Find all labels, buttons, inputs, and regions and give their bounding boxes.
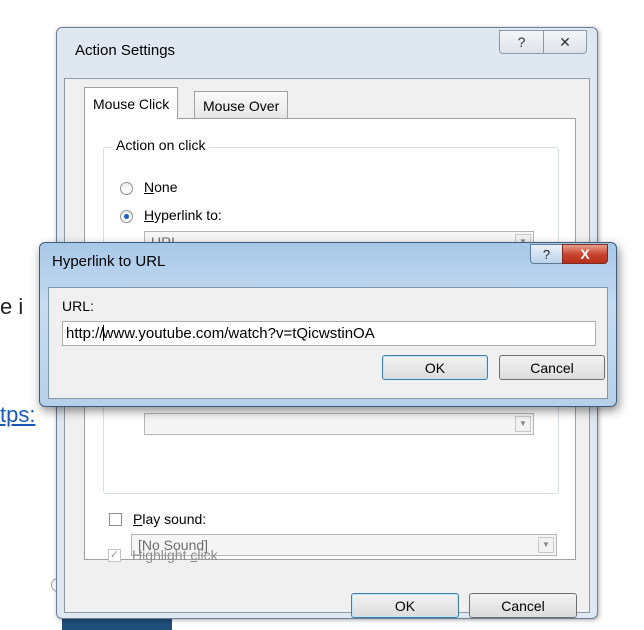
close-button[interactable]: X [562,244,608,264]
none-label[interactable]: None [144,179,177,195]
background-text-fragment: e i [0,294,24,319]
tab-mouse-click[interactable]: Mouse Click [84,87,179,119]
help-button[interactable]: ? [499,30,543,54]
hyperlink-caption-buttons: ? X [530,244,608,264]
hyperlink-dialog-title: Hyperlink to URL [52,253,166,270]
none-radio[interactable] [120,182,133,195]
hyperlink-label[interactable]: Hyperlink to: [144,207,222,223]
highlight-click-checkbox[interactable]: ✓ [108,549,121,562]
close-button[interactable]: ✕ [543,30,587,54]
dropdown-arrow-icon[interactable]: ▼ [538,537,554,553]
hyperlink-dialog-client: URL: http://www.youtube.com/watch?v=tQic… [48,287,608,399]
cancel-button[interactable]: Cancel [499,355,605,380]
group-label: Action on click [112,137,210,153]
ok-button[interactable]: OK [351,593,459,618]
close-icon: X [580,246,590,262]
cancel-button[interactable]: Cancel [469,593,577,618]
url-input[interactable]: http://www.youtube.com/watch?v=tQicwstin… [62,321,596,346]
close-icon: ✕ [559,33,571,50]
play-sound-label[interactable]: Play sound: [133,511,206,527]
background-link-fragment: tps: [0,402,36,427]
hyperlink-radio[interactable] [120,210,133,223]
help-icon: ? [542,246,551,262]
hyperlink-to-url-dialog: Hyperlink to URL ? X URL: http://www.you… [39,242,617,407]
tab-mouse-over[interactable]: Mouse Over [194,91,289,119]
dropdown-arrow-icon[interactable]: ▼ [515,416,531,432]
program-combo[interactable]: ▼ [144,413,534,435]
help-icon: ? [517,34,526,50]
highlight-click-label: Highlight click [132,547,218,563]
help-button[interactable]: ? [530,244,562,264]
dialog-title: Action Settings [75,42,176,59]
url-label: URL: [62,298,94,314]
caption-buttons: ? ✕ [499,30,587,54]
ok-button[interactable]: OK [382,355,488,380]
play-sound-checkbox[interactable] [109,513,122,526]
